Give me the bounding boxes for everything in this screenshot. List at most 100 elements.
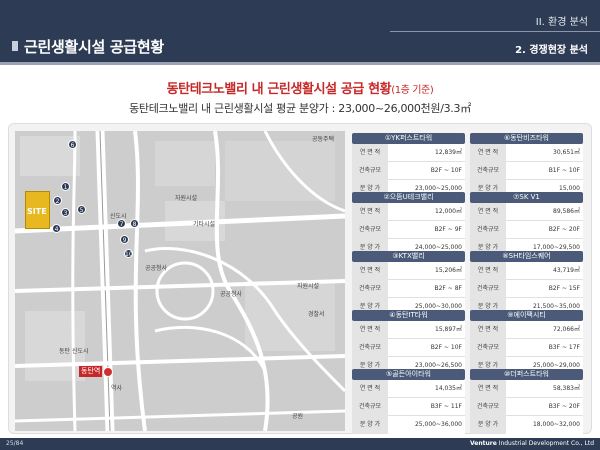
- row-key: 분 양 가: [470, 416, 506, 434]
- row-key: 연 면 적: [352, 203, 388, 221]
- row-value: 43,719㎡: [553, 267, 580, 274]
- row-value: 15,206㎡: [435, 267, 462, 274]
- map-pin-8: 8: [130, 219, 139, 228]
- row-value: B3F ~ 17F: [548, 344, 580, 351]
- building-card-row: 분 양 가 25,000~36,000: [352, 416, 465, 434]
- row-key: 분 양 가: [352, 416, 388, 434]
- building-card-title: ⑦SK V1: [470, 192, 583, 203]
- row-key: 건축규모: [470, 280, 506, 298]
- header-bar: II. 환경 분석 근린생활시설 공급현황 2. 경쟁현장 분석: [0, 0, 600, 62]
- building-card: ⑨에이팩시티 연 면 적 72,066㎡ 건축규모 B3F ~ 17F 분 양 가 25,0…: [470, 310, 583, 375]
- building-card-title: ⑥동탄비즈타워: [470, 133, 583, 144]
- building-card-row: 건축규모 B2F ~ 15F: [470, 280, 583, 298]
- row-value: 25,000~36,000: [414, 421, 462, 428]
- map-pin-3: 3: [61, 208, 70, 217]
- building-card-title: ①YK퍼스트타워: [352, 133, 465, 144]
- building-card-title: ⑤골든아이타워: [352, 369, 465, 380]
- row-value: 58,383㎡: [553, 385, 580, 392]
- building-card-row: 연 면 적 72,066㎡: [470, 321, 583, 339]
- row-key: 건축규모: [470, 221, 506, 239]
- building-card-row: 건축규모 B3F ~ 11F: [352, 398, 465, 416]
- row-value: B2F ~ 9F: [434, 226, 463, 233]
- building-card-row: 건축규모 B1F ~ 10F: [470, 162, 583, 180]
- row-value: B2F ~ 15F: [548, 285, 580, 292]
- map-label: 경찰서: [308, 311, 325, 318]
- building-card-row: 건축규모 B2F ~ 9F: [352, 221, 465, 239]
- location-map: 공동주택 동탄 신도시 자원시설 공공청사 기타시설 공공청사 신도시 지원시설…: [15, 131, 345, 431]
- row-value: 89,586㎡: [553, 208, 580, 215]
- building-card: ①YK퍼스트타워 연 면 적 12,839㎡ 건축규모 B2F ~ 10F 분 양 가 23…: [352, 133, 465, 198]
- building-card-row: 연 면 적 15,897㎡: [352, 321, 465, 339]
- row-key: 연 면 적: [352, 144, 388, 162]
- map-label: 공공청사: [220, 291, 243, 298]
- building-card-row: 연 면 적 43,719㎡: [470, 262, 583, 280]
- map-pin-6: 6: [68, 140, 77, 149]
- map-pin-9: 9: [120, 235, 129, 244]
- building-card: ④동탄IT타워 연 면 적 15,897㎡ 건축규모 B2F ~ 10F 분 양 가 23,…: [352, 310, 465, 375]
- subsection-label: 2. 경쟁현장 분석: [515, 45, 588, 56]
- row-value: 30,651㎡: [553, 149, 580, 156]
- footer-bar: 25/84 Venture Industrial Development Co.…: [0, 438, 600, 450]
- building-card-row: 분 양 가 18,000~32,000: [470, 416, 583, 434]
- row-key: 건축규모: [352, 398, 388, 416]
- map-label: 역사: [111, 385, 123, 392]
- map-pin-5: 5: [77, 205, 86, 214]
- building-card-title: ⑨에이팩시티: [470, 310, 583, 321]
- row-value: 15,897㎡: [435, 326, 462, 333]
- building-card: ③KTX밸리 연 면 적 15,206㎡ 건축규모 B2F ~ 8F 분 양 가 25,00…: [352, 251, 465, 316]
- building-card-row: 건축규모 B2F ~ 8F: [352, 280, 465, 298]
- building-card: ⑤골든아이타워 연 면 적 14,035㎡ 건축규모 B3F ~ 11F 분 양 가 25,…: [352, 369, 465, 434]
- row-key: 연 면 적: [470, 144, 506, 162]
- row-value: B2F ~ 10F: [430, 167, 462, 174]
- row-key: 건축규모: [352, 280, 388, 298]
- row-key: 건축규모: [470, 339, 506, 357]
- building-card-row: 연 면 적 89,586㎡: [470, 203, 583, 221]
- row-value: B3F ~ 11F: [430, 403, 462, 410]
- row-value: 72,066㎡: [553, 326, 580, 333]
- row-key: 건축규모: [352, 339, 388, 357]
- building-card-title: ⑩더퍼스트타워: [470, 369, 583, 380]
- page-title: 근린생활시설 공급현황: [24, 38, 164, 56]
- page-number: 25/84: [6, 440, 24, 447]
- row-value: 14,035㎡: [435, 385, 462, 392]
- row-value: B2F ~ 10F: [430, 344, 462, 351]
- row-key: 연 면 적: [470, 380, 506, 398]
- building-card-row: 연 면 적 15,206㎡: [352, 262, 465, 280]
- row-key: 연 면 적: [470, 203, 506, 221]
- title-bullet-icon: [12, 41, 18, 51]
- headline-note: (1층 기준): [391, 85, 434, 96]
- row-key: 건축규모: [352, 162, 388, 180]
- map-pin-7: 7: [117, 219, 126, 228]
- building-card-title: ⑧SH타임스퀘어: [470, 251, 583, 262]
- row-value: B2F ~ 20F: [548, 226, 580, 233]
- headline: 동탄테크노밸리 내 근린생활시설 공급 현황(1층 기준): [0, 78, 600, 97]
- building-card-row: 건축규모 B3F ~ 17F: [470, 339, 583, 357]
- map-pin-4: 4: [52, 224, 61, 233]
- map-label: 공원: [292, 413, 304, 420]
- row-key: 연 면 적: [470, 262, 506, 280]
- header-strip: [0, 62, 600, 65]
- row-value: 12,000㎡: [435, 208, 462, 215]
- building-card: ⑧SH타임스퀘어 연 면 적 43,719㎡ 건축규모 B2F ~ 15F 분 양 가 21…: [470, 251, 583, 316]
- headline-subtitle: 동탄테크노밸리 내 근린생활시설 평균 분양가 : 23,000~26,000천…: [129, 102, 471, 115]
- row-value: B2F ~ 8F: [434, 285, 463, 292]
- building-card-row: 건축규모 B2F ~ 10F: [352, 162, 465, 180]
- row-value: 18,000~32,000: [532, 421, 580, 428]
- company-name: Venture Industrial Development Co., Ltd: [470, 439, 594, 449]
- site-label: SITE: [27, 207, 47, 216]
- building-card: ⑦SK V1 연 면 적 89,586㎡ 건축규모 B2F ~ 20F 분 양 가 17,0…: [470, 192, 583, 257]
- building-card-row: 연 면 적 12,000㎡: [352, 203, 465, 221]
- building-card-title: ③KTX밸리: [352, 251, 465, 262]
- row-key: 건축규모: [352, 221, 388, 239]
- map-label: 지원시설: [297, 283, 320, 290]
- section-label: II. 환경 분석: [535, 17, 588, 28]
- row-key: 연 면 적: [352, 262, 388, 280]
- row-key: 건축규모: [470, 398, 506, 416]
- building-card-row: 건축규모 B3F ~ 20F: [470, 398, 583, 416]
- map-pin-1: 1: [61, 182, 70, 191]
- building-card-row: 연 면 적 30,651㎡: [470, 144, 583, 162]
- map-pin-2: 2: [53, 196, 62, 205]
- row-key: 연 면 적: [352, 380, 388, 398]
- building-card: ⑩더퍼스트타워 연 면 적 58,383㎡ 건축규모 B3F ~ 20F 분 양 가 18,…: [470, 369, 583, 434]
- map-label: 공공청사: [145, 265, 168, 272]
